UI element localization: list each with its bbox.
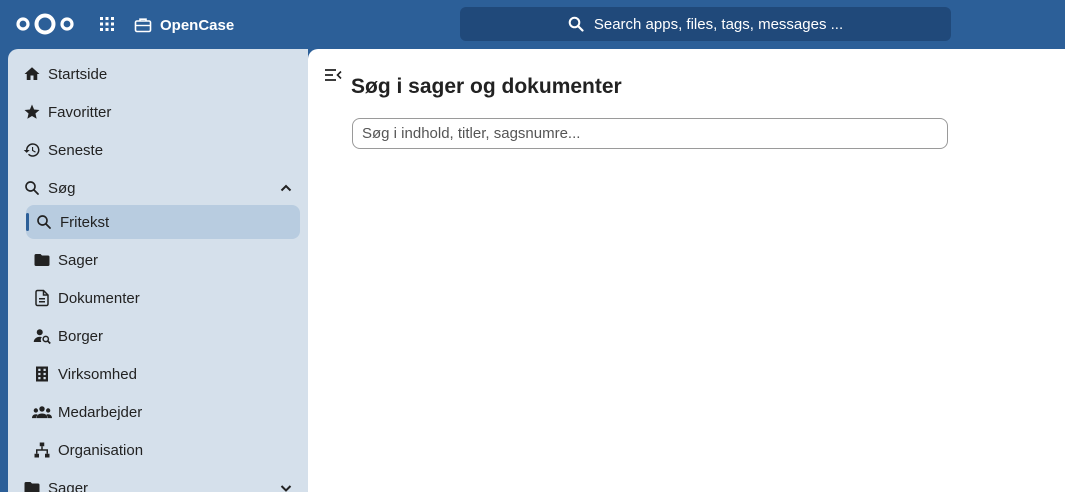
top-header: OpenCase Search apps, files, tags, messa… [0, 0, 1065, 49]
sidebar-item-sager[interactable]: Sager [22, 471, 302, 492]
sidebar-item-label: Sager [58, 251, 99, 269]
unified-search-button[interactable]: Search apps, files, tags, messages ... [460, 7, 951, 41]
sidebar-item-label: Søg [48, 179, 76, 197]
app-content: Søg i sager og dokumenter [308, 49, 1065, 492]
history-icon [22, 140, 42, 160]
sidebar-subitem-dokumenter[interactable]: Dokumenter [32, 281, 302, 315]
sidebar-item-favoritter[interactable]: Favoritter [22, 95, 302, 129]
sidebar-item-label: Seneste [48, 141, 104, 159]
menu-collapse-icon[interactable] [324, 66, 342, 84]
document-icon [32, 288, 52, 308]
search-icon [34, 212, 54, 232]
nextcloud-logo-icon[interactable] [14, 12, 76, 36]
chevron-down-icon[interactable] [278, 480, 294, 492]
folder-icon [32, 250, 52, 270]
sidebar-item-label: Startside [48, 65, 108, 83]
app-name: OpenCase [160, 16, 235, 34]
building-icon [32, 364, 52, 384]
sidebar-subitem-fritekst[interactable]: Fritekst [26, 205, 300, 239]
app-grid-icon[interactable] [99, 16, 115, 32]
briefcase-icon [134, 18, 152, 33]
sidebar-item-startside[interactable]: Startside [22, 57, 302, 91]
search-input[interactable] [352, 118, 948, 149]
sidebar-item-seneste[interactable]: Seneste [22, 133, 302, 167]
sidebar-item-label: Medarbejder [58, 403, 143, 421]
sidebar-item-label: Virksomhed [58, 365, 137, 383]
sidebar-subitem-borger[interactable]: Borger [32, 319, 302, 353]
group-icon [32, 402, 52, 422]
folder-icon [22, 478, 42, 492]
app-navigation: Startside Favoritter Seneste Søg Friteks… [8, 49, 308, 492]
home-icon [22, 64, 42, 84]
sidebar-subitem-virksomhed[interactable]: Virksomhed [32, 357, 302, 391]
sidebar-item-label: Borger [58, 327, 104, 345]
sidebar-subitem-organisation[interactable]: Organisation [32, 433, 302, 467]
sidebar-subitem-sager[interactable]: Sager [32, 243, 302, 277]
sidebar-item-label: Fritekst [60, 213, 110, 231]
sidebar-item-label: Organisation [58, 441, 144, 459]
active-indicator [26, 213, 29, 231]
search-icon [568, 16, 584, 32]
chevron-up-icon[interactable] [278, 180, 294, 196]
sidebar-item-label: Dokumenter [58, 289, 140, 307]
unified-search-placeholder: Search apps, files, tags, messages ... [593, 15, 844, 33]
star-icon [22, 102, 42, 122]
sidebar-subitem-medarbejder[interactable]: Medarbejder [32, 395, 302, 429]
sidebar-item-label: Sager [48, 479, 89, 492]
org-chart-icon [32, 440, 52, 460]
sidebar-item-label: Favoritter [48, 103, 112, 121]
page-title: Søg i sager og dokumenter [351, 75, 622, 98]
search-icon [22, 178, 42, 198]
person-search-icon [32, 326, 52, 346]
sidebar-item-sog[interactable]: Søg [22, 171, 302, 205]
current-app-link[interactable]: OpenCase [134, 12, 234, 38]
